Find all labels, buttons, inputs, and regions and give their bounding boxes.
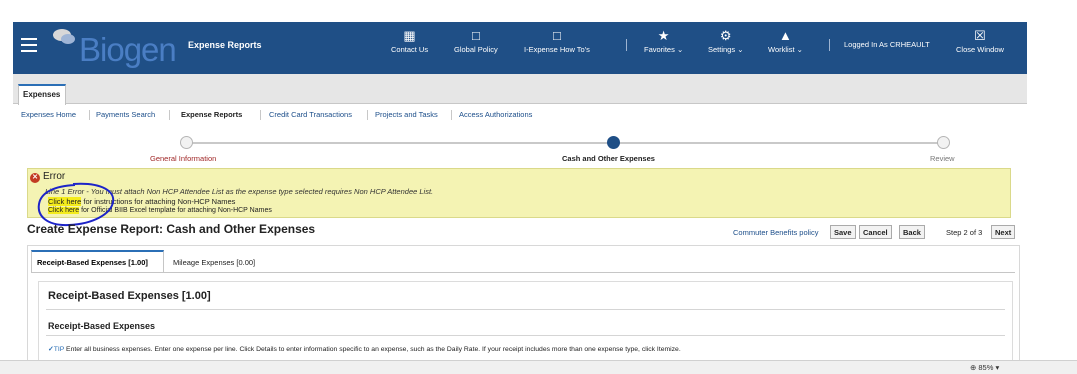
divider	[46, 309, 1005, 310]
app-title: Expense Reports	[188, 40, 262, 50]
contact-us-label: Contact Us	[391, 45, 429, 54]
expenses-panel: Receipt-Based Expenses [1.00] Mileage Ex…	[27, 245, 1020, 360]
sub-navigation: Expenses Home Payments Search Expense Re…	[13, 104, 1027, 124]
howto-button[interactable]: □ I-Expense How To's	[524, 28, 590, 54]
logo-text: Biogen	[79, 31, 177, 68]
global-policy-button[interactable]: □ Global Policy	[454, 28, 498, 54]
process-train: General Information Cash and Other Expen…	[13, 132, 1027, 170]
receipt-section: Receipt-Based Expenses [1.00] Receipt-Ba…	[38, 281, 1013, 360]
zoom-value: 85%	[978, 363, 994, 372]
step-indicator: Step 2 of 3	[946, 228, 983, 237]
tab-receipt-based-expenses[interactable]: Receipt-Based Expenses [1.00]	[31, 250, 164, 272]
step-dot-general-information[interactable]	[180, 136, 193, 149]
tip-label: TIP	[53, 346, 65, 353]
tab-divider	[31, 272, 1015, 273]
close-window-button[interactable]: ☒ Close Window	[956, 28, 1004, 54]
error-message-box: ✕ Error Line 1 Error - You must attach N…	[27, 168, 1011, 218]
subnav-credit-card-transactions[interactable]: Credit Card Transactions	[269, 110, 352, 119]
train-line	[185, 142, 945, 144]
nav-separator	[626, 39, 627, 51]
main-tab-bar: Expenses	[13, 74, 1027, 105]
cancel-button[interactable]: Cancel	[859, 225, 892, 239]
zoom-level[interactable]: ⊕ 85% ▾	[970, 363, 999, 372]
browser-status-bar: ⊕ 85% ▾	[0, 360, 1077, 374]
nav-separator	[829, 39, 830, 51]
next-button[interactable]: Next	[991, 225, 1016, 239]
chevron-down-icon: ⌄	[676, 45, 684, 54]
settings-label: Settings	[708, 45, 736, 54]
action-toolbar: Commuter Benefits policy Save Cancel Bac…	[733, 225, 1023, 241]
browser-page: Biogen Expense Reports ▦ Contact Us □ Gl…	[13, 22, 1027, 360]
global-policy-label: Global Policy	[454, 45, 498, 54]
settings-button[interactable]: ⚙ Settings ⌄	[708, 28, 744, 54]
step-label-review: Review	[930, 154, 955, 163]
tab-mileage-expenses[interactable]: Mileage Expenses [0.00]	[173, 250, 255, 267]
worklist-label: Worklist	[768, 45, 795, 54]
favorites-label: Favorites	[644, 45, 675, 54]
divider	[46, 335, 1005, 336]
save-button[interactable]: Save	[830, 225, 856, 239]
subnav-separator	[89, 110, 90, 120]
gear-icon: ⚙	[719, 28, 732, 43]
subnav-payments-search[interactable]: Payments Search	[96, 110, 155, 119]
contact-us-button[interactable]: ▦ Contact Us	[391, 28, 428, 54]
tab-expenses[interactable]: Expenses	[18, 84, 66, 105]
chevron-down-icon: ⌄	[796, 45, 803, 54]
bell-icon: ▲	[779, 28, 792, 43]
logo-swirl-icon	[53, 29, 75, 44]
logged-in-user: Logged In As CRHEAULT	[844, 40, 930, 49]
page-title: Create Expense Report: Cash and Other Ex…	[27, 222, 316, 236]
step-label-cash-and-other-expenses: Cash and Other Expenses	[562, 154, 655, 163]
subnav-projects-and-tasks[interactable]: Projects and Tasks	[375, 110, 438, 119]
contact-icon: ▦	[403, 28, 416, 43]
chevron-down-icon: ⌄	[737, 45, 744, 54]
step-dot-review	[937, 136, 950, 149]
subnav-expense-reports[interactable]: Expense Reports	[181, 110, 242, 119]
zoom-icon: ⊕	[970, 363, 977, 372]
biogen-logo: Biogen	[49, 25, 199, 69]
worklist-button[interactable]: ▲ Worklist ⌄	[768, 28, 803, 54]
step-dot-cash-and-other-expenses	[607, 136, 620, 149]
policy-doc-icon: □	[471, 28, 480, 43]
step-label-general-information[interactable]: General Information	[150, 154, 216, 163]
subnav-separator	[260, 110, 261, 120]
subnav-expenses-home[interactable]: Expenses Home	[21, 110, 76, 119]
subnav-access-authorizations[interactable]: Access Authorizations	[459, 110, 532, 119]
close-window-icon: ☒	[974, 28, 986, 43]
top-header: Biogen Expense Reports ▦ Contact Us □ Gl…	[13, 22, 1027, 74]
howto-label: I-Expense How To's	[524, 45, 590, 54]
section-heading: Receipt-Based Expenses [1.00]	[48, 290, 211, 302]
subnav-separator	[451, 110, 452, 120]
favorites-button[interactable]: ★ Favorites ⌄	[644, 28, 683, 54]
menu-icon[interactable]	[21, 38, 37, 52]
commuter-benefits-policy-link[interactable]: Commuter Benefits policy	[733, 228, 818, 237]
subnav-separator	[169, 110, 170, 120]
subnav-separator	[367, 110, 368, 120]
subsection-heading: Receipt-Based Expenses	[48, 321, 156, 331]
back-button[interactable]: Back	[899, 225, 925, 239]
star-icon: ★	[657, 28, 670, 43]
tip-text: ✓TIP Enter all business expenses. Enter …	[48, 345, 681, 353]
howto-doc-icon: □	[553, 28, 561, 43]
close-window-label: Close Window	[956, 45, 1004, 54]
tip-message: Enter all business expenses. Enter one e…	[64, 346, 681, 353]
hand-drawn-annotation-circle	[37, 182, 115, 227]
